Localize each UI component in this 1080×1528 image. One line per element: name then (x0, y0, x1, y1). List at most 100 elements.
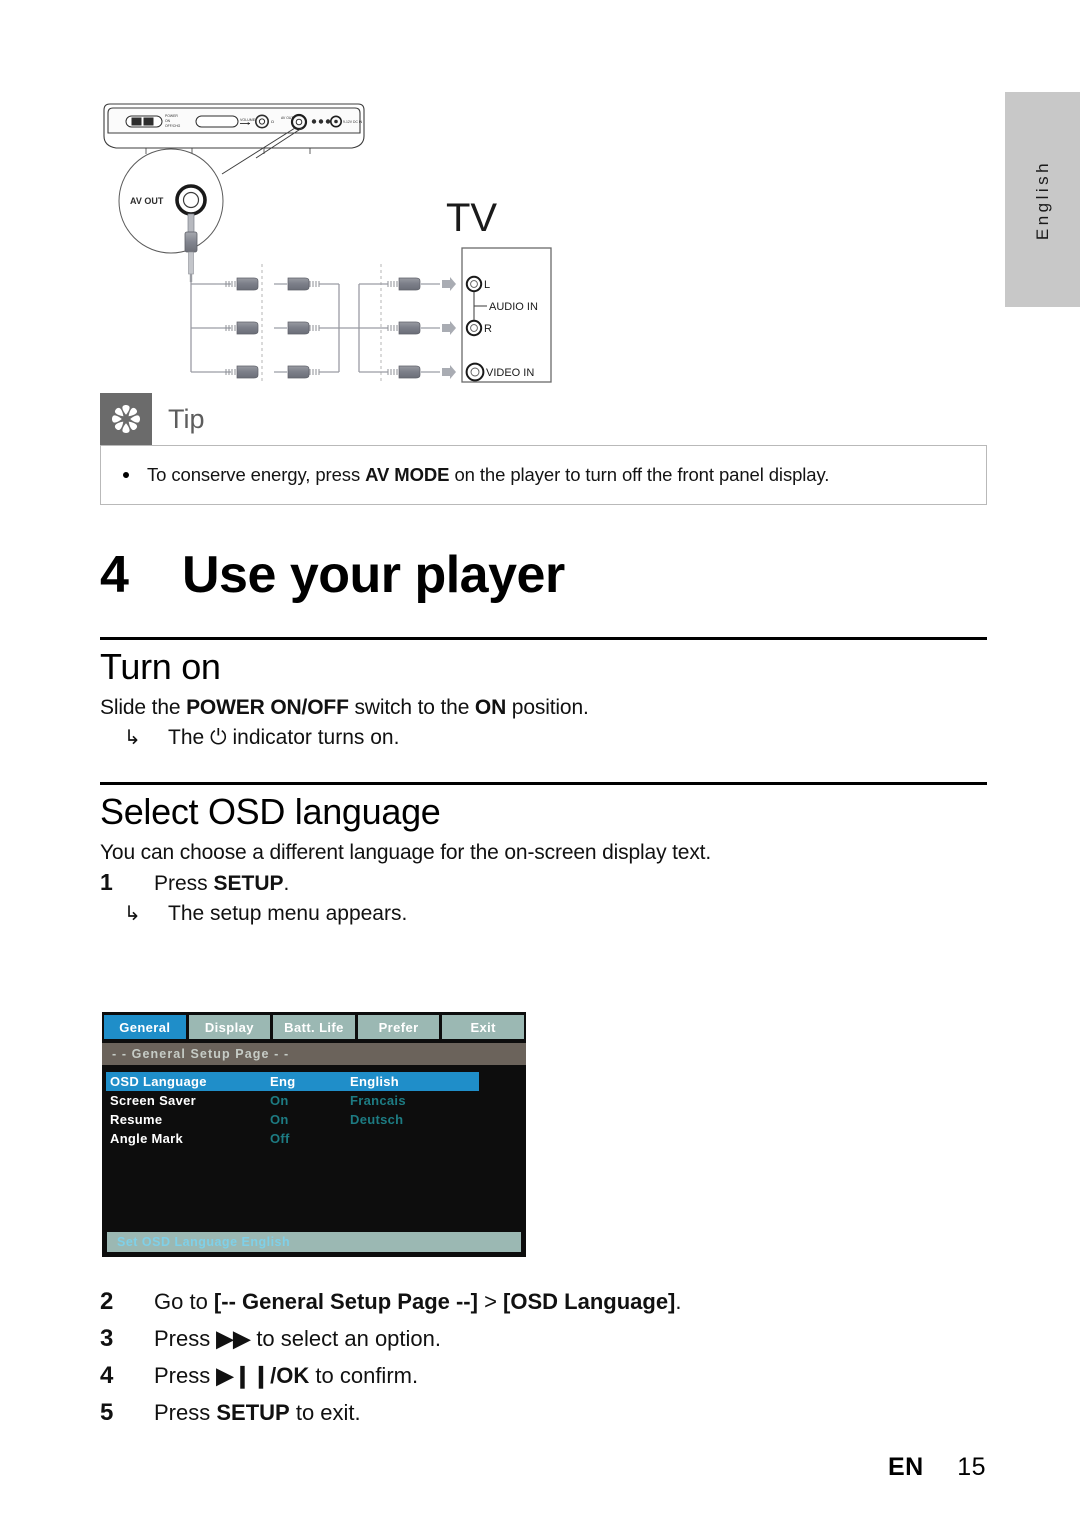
svg-text:OFF/CHG: OFF/CHG (165, 124, 181, 128)
osd-language-heading: Select OSD language (100, 791, 441, 832)
svg-text:9-12V DC IN: 9-12V DC IN (343, 120, 363, 124)
step-text-before: Go to (154, 1289, 214, 1314)
audio-in-label: AUDIO IN (489, 301, 538, 313)
osd-row-label: Resume (110, 1112, 163, 1127)
osd-setup-screenshot: General Display Batt. Life Prefer Exit -… (102, 1012, 526, 1257)
rca-plug (359, 365, 440, 379)
step-number: 4 (100, 1362, 114, 1389)
asterisk-icon (100, 393, 152, 445)
step-text-bold2: [OSD Language] (503, 1289, 676, 1314)
osd-row-osd-language[interactable]: OSD Language Eng English (106, 1072, 518, 1091)
cable-segment-dividers (261, 264, 382, 382)
result-arrow-icon: ↳ (124, 727, 141, 749)
osd-row-option[interactable]: Francais (350, 1093, 406, 1108)
bullet-icon (123, 472, 129, 478)
fast-forward-icon: ▶▶ (216, 1326, 251, 1351)
step-text-after: . (675, 1289, 682, 1314)
turn-on-instruction: Slide the POWER ON/OFF switch to the ON … (100, 696, 987, 720)
step-item: 3 Press ▶▶ to select an option. (100, 1325, 987, 1353)
step-item: 5 Press SETUP to exit. (100, 1399, 987, 1427)
osd-tab-display[interactable]: Display (188, 1015, 271, 1039)
connection-diagram: POWER ON OFF/CHG VOLUME Ω AV OUT 9-12V D… (96, 96, 556, 386)
power-switch-graphic (125, 115, 163, 128)
svg-text:Ω: Ω (271, 119, 274, 124)
tip-box: Tip To conserve energy, press AV MODE on… (100, 393, 987, 505)
player-side-panel (103, 103, 365, 154)
osd-row-label: Angle Mark (110, 1131, 184, 1146)
step-text-after: to exit. (289, 1400, 361, 1425)
osd-row-value: Off (270, 1131, 290, 1146)
step-text-bold1: SETUP (216, 1400, 290, 1425)
step-text-before: Press (154, 1326, 217, 1351)
step-text: Press ▶▶ to select an option. (154, 1326, 441, 1352)
osd-tab-batt-life[interactable]: Batt. Life (273, 1015, 355, 1039)
osd-row-resume[interactable]: Resume On Deutsch (110, 1110, 518, 1129)
step1-result: ↳ The setup menu appears. (100, 901, 987, 926)
footer-page-number: 15 (957, 1453, 986, 1481)
svg-text:POWER: POWER (165, 114, 178, 118)
svg-text:R: R (484, 323, 492, 335)
step-number: 2 (100, 1288, 114, 1315)
footer-locale: EN (888, 1453, 924, 1481)
osd-row-value: On (270, 1093, 289, 1108)
step-text-after: . (283, 872, 290, 895)
step1-result-text: The setup menu appears. (168, 902, 408, 925)
tip-header: Tip (100, 393, 987, 445)
tip-text-after: on the player to turn off the front pane… (449, 464, 830, 485)
steps-bottom: 2 Go to [-- General Setup Page --] > [OS… (100, 1288, 987, 1436)
section-divider-2 (100, 782, 987, 785)
main-content: 4 Use your player Turn on Slide the POWE… (100, 545, 987, 926)
volume-slider-graphic (195, 115, 239, 128)
osd-row-option[interactable]: English (344, 1072, 479, 1091)
step-text: Press SETUP. (154, 872, 289, 896)
turn-on-before: Slide the (100, 696, 187, 719)
section-divider (100, 637, 987, 640)
osd-row-angle-mark[interactable]: Angle Mark Off (110, 1129, 518, 1148)
tip-text-bold: AV MODE (365, 464, 450, 485)
svg-text:L: L (484, 279, 490, 291)
tip-text-before: To conserve energy, press (147, 464, 366, 485)
tv-label: TV (446, 196, 497, 240)
osd-tab-general[interactable]: General (104, 1015, 186, 1039)
osd-row-screen-saver[interactable]: Screen Saver On Francais (110, 1091, 518, 1110)
osd-tab-prefer[interactable]: Prefer (357, 1015, 440, 1039)
chapter-title: Use your player (182, 546, 565, 604)
tv-box (461, 247, 552, 383)
step-text: Go to [-- General Setup Page --] > [OSD … (154, 1289, 682, 1315)
step-text-before: Press (154, 1363, 217, 1388)
step-text-bold2: /OK (270, 1363, 310, 1388)
turn-on-result: ↳ The ⏻ indicator turns on. (100, 725, 987, 750)
turn-on-bold-power: POWER ON/OFF (186, 696, 349, 719)
step-text-before: Press (154, 872, 214, 895)
step-text-before: Press (154, 1400, 217, 1425)
osd-tab-exit[interactable]: Exit (442, 1015, 524, 1039)
osd-tab-bar: General Display Batt. Life Prefer Exit (102, 1012, 526, 1039)
page-footer: EN 15 (888, 1453, 986, 1482)
osd-row-value: On (270, 1112, 289, 1127)
result-arrow-icon: ↳ (124, 903, 141, 925)
step-item: 1 Press SETUP. (100, 869, 987, 896)
step-text: Press ▶❙❙/OK to confirm. (154, 1363, 418, 1389)
language-side-tab-label: English (1032, 159, 1052, 240)
turn-on-result-text: The ⏻ indicator turns on. (168, 726, 399, 750)
rca-plug (216, 321, 259, 335)
osd-row-label: Screen Saver (110, 1093, 196, 1108)
svg-text:VOLUME: VOLUME (240, 118, 256, 122)
step-item: 2 Go to [-- General Setup Page --] > [OS… (100, 1288, 987, 1316)
turn-on-heading: Turn on (100, 646, 221, 687)
step-text-after: to confirm. (309, 1363, 419, 1388)
turn-on-after: position. (506, 696, 589, 719)
connection-arrow-icon (442, 277, 456, 379)
step-text-mid: > (477, 1289, 504, 1314)
osd-status-bar: Set OSD Language English (107, 1232, 521, 1252)
step-text-bold1: [-- General Setup Page --] (213, 1289, 478, 1314)
svg-text:VIDEO IN: VIDEO IN (486, 367, 534, 379)
chapter-number: 4 (100, 546, 129, 604)
rca-plug (216, 365, 259, 379)
osd-row-option[interactable]: Deutsch (350, 1112, 403, 1127)
rca-plug (387, 321, 440, 335)
svg-text:ON: ON (165, 119, 171, 123)
step-text-bold: SETUP (213, 872, 284, 895)
osd-settings-list: OSD Language Eng English Screen Saver On… (102, 1072, 526, 1148)
osd-row-label: OSD Language (106, 1072, 270, 1091)
